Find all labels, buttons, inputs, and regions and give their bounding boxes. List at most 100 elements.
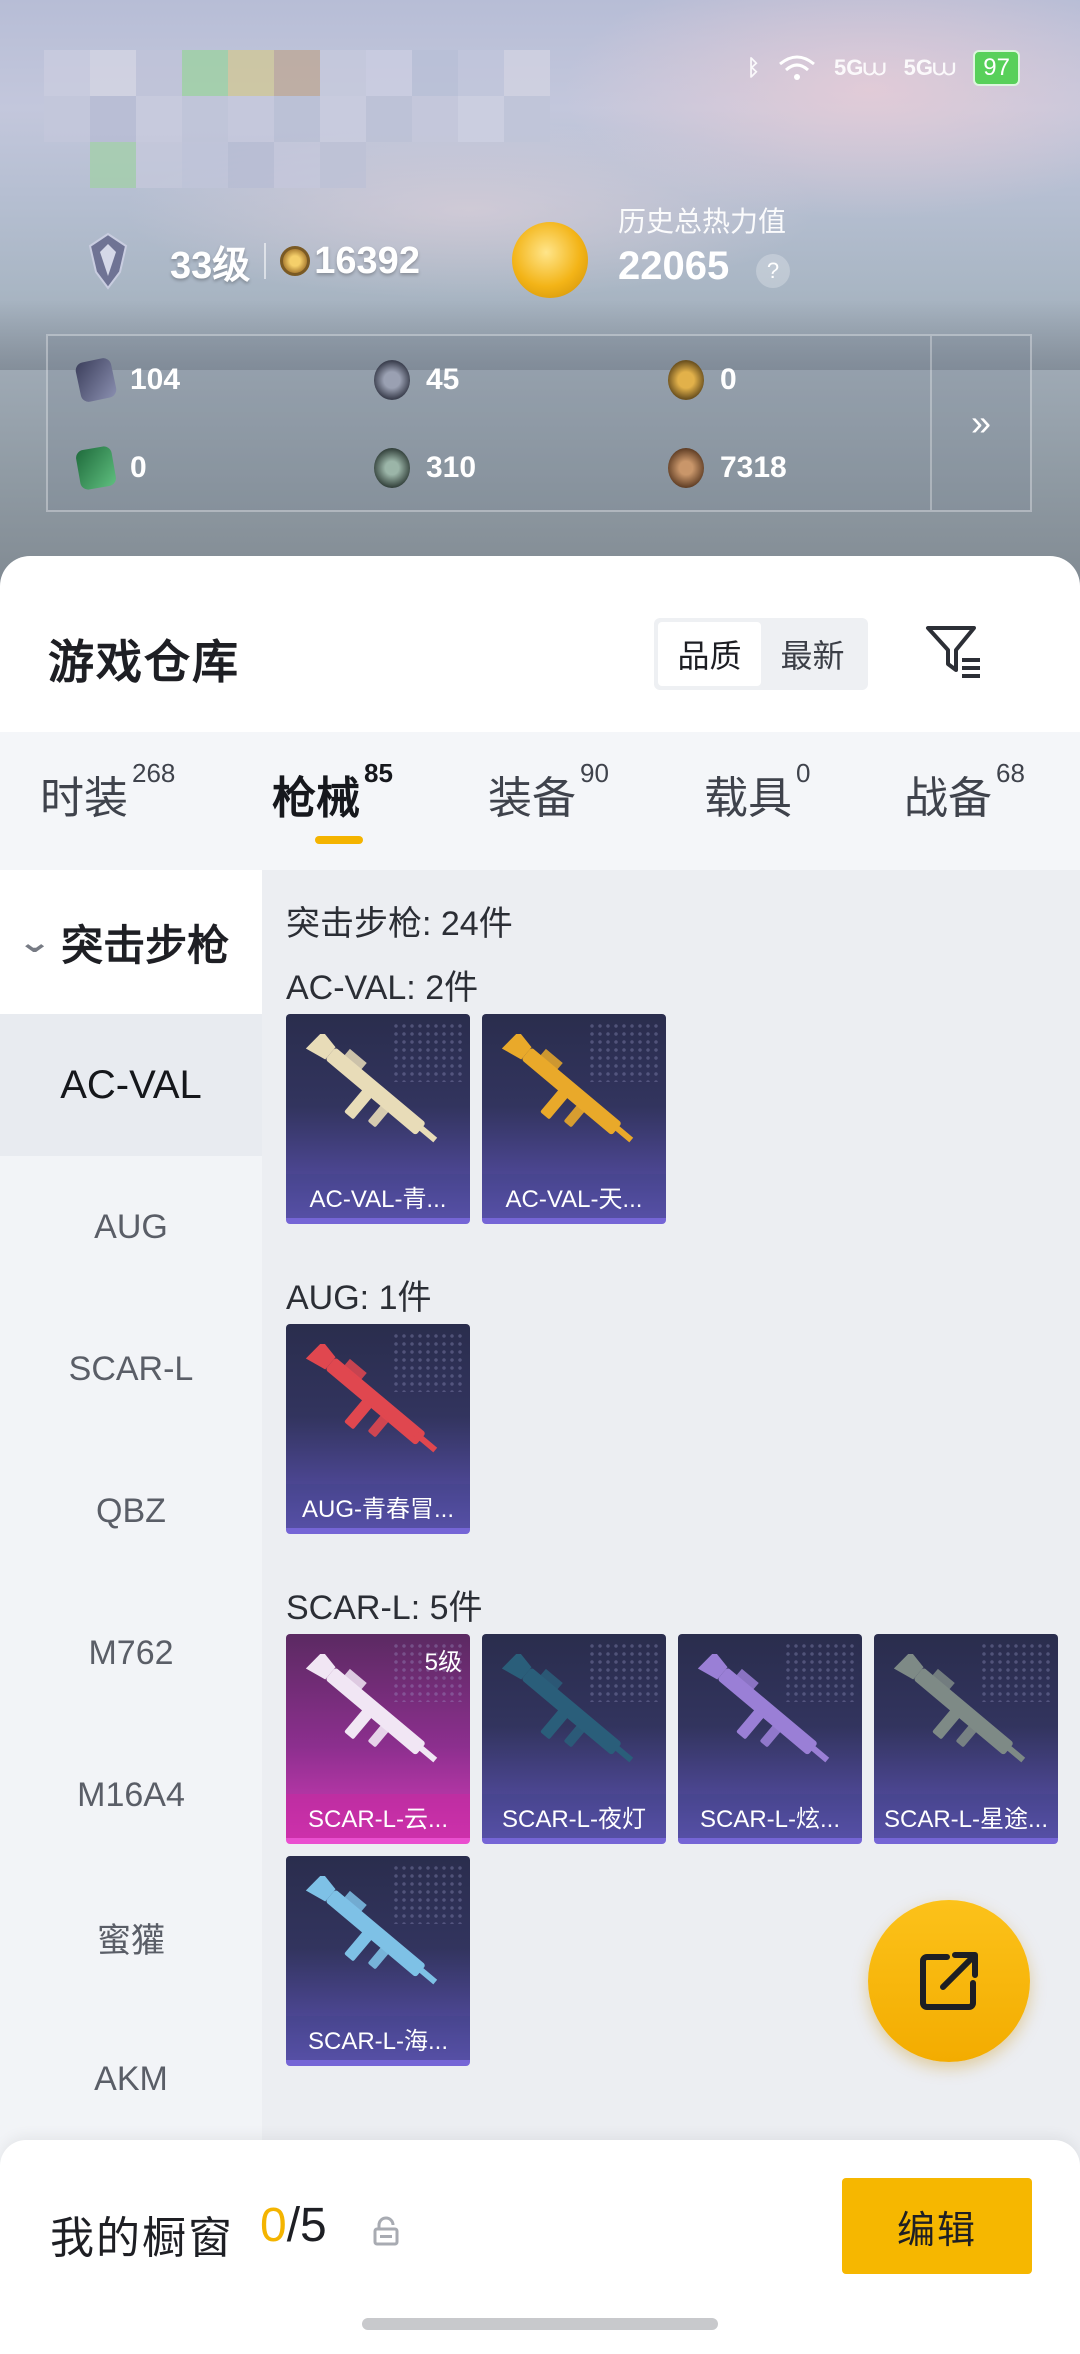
chevron-down-icon: ⌄ (16, 925, 53, 959)
sort-quality-button[interactable]: 品质 (658, 622, 761, 686)
weapon-card[interactable]: SCAR-L-海... (286, 1856, 470, 2066)
sidebar-item-m762[interactable]: M762 (0, 1582, 262, 1724)
a-coin-icon (668, 360, 704, 400)
sidebar-item-ac-val[interactable]: AC-VAL (0, 1014, 262, 1156)
stats-more-button[interactable]: » (930, 336, 1030, 510)
weapon-skin-image (501, 1034, 634, 1143)
ticket-icon (74, 445, 118, 491)
level-row: 33级 16392 (86, 232, 420, 290)
tab-equipment[interactable]: 装备90 (488, 758, 609, 826)
heat-label: 历史总热力值 (618, 206, 787, 237)
weapon-card[interactable]: 5级 SCAR-L-云... (286, 1634, 470, 1844)
tab-label: 装备 (488, 774, 576, 823)
stat-item: 45 (374, 360, 459, 400)
skin-level-badge: 5级 (424, 1649, 462, 1676)
sidebar-group-assault-rifle[interactable]: ⌄ 突击步枪 (0, 870, 262, 1014)
divider (264, 243, 267, 279)
weapon-card[interactable]: AC-VAL-天... (482, 1014, 666, 1224)
lock-icon (373, 2216, 399, 2246)
section-label: AC-VAL: 2件 (286, 969, 479, 1007)
home-indicator[interactable] (362, 2318, 718, 2330)
showcase-count: 0/5 (260, 2198, 327, 2253)
weapon-card-name: SCAR-L-炫... (678, 1794, 862, 1838)
tab-fashion[interactable]: 时装268 (40, 758, 175, 826)
help-icon[interactable]: ? (756, 254, 790, 288)
bag-icon (668, 448, 704, 488)
weapon-card-name: AUG-青春冒... (286, 1484, 470, 1528)
showcase-total: /5 (286, 2199, 327, 2252)
tab-count: 85 (364, 758, 393, 788)
battery-indicator: 97 (973, 50, 1020, 86)
tab-count: 68 (996, 758, 1025, 788)
weapon-card[interactable]: AUG-青春冒... (286, 1324, 470, 1534)
stat-value: 0 (130, 451, 147, 484)
sidebar-item-qbz[interactable]: QBZ (0, 1440, 262, 1582)
sort-newest-button[interactable]: 最新 (761, 622, 864, 686)
weapon-card-name: AC-VAL-天... (482, 1174, 666, 1218)
weapon-card-name: SCAR-L-云... (286, 1794, 470, 1838)
weapon-skin-image (501, 1654, 634, 1763)
weapon-type-sidebar: ⌄ 突击步枪 AC-VAL AUG SCAR-L QBZ M762 M16A4 蜜獾 AKM (0, 870, 262, 2230)
tab-gear[interactable]: 战备68 (904, 758, 1025, 826)
sidebar-item-m16a4[interactable]: M16A4 (0, 1724, 262, 1866)
weapon-card-name: SCAR-L-海... (286, 2016, 470, 2060)
weapon-card[interactable]: AC-VAL-青... (286, 1014, 470, 1224)
tab-vehicles[interactable]: 载具0 (704, 758, 810, 826)
sidebar-item-honey-badger[interactable]: 蜜獾 (0, 1866, 262, 2008)
sidebar-item-scar-l[interactable]: SCAR-L (0, 1298, 262, 1440)
warehouse-sheet: 游戏仓库 品质 最新 时装268 枪械85 装备90 载具0 战备68 ⌄ 突击… (0, 556, 1080, 2354)
section-label: SCAR-L: 5件 (286, 1589, 483, 1627)
sidebar-item-akm[interactable]: AKM (0, 2008, 262, 2150)
s-coin-icon (374, 360, 410, 400)
weapon-card[interactable]: SCAR-L-星途... (874, 1634, 1058, 1844)
stat-item: 104 (74, 356, 180, 404)
share-button[interactable] (868, 1900, 1030, 2062)
weapon-card[interactable]: SCAR-L-炫... (678, 1634, 862, 1844)
category-tabs: 时装268 枪械85 装备90 载具0 战备68 (0, 732, 1080, 870)
showcase-label: 我的橱窗 (50, 2214, 234, 2263)
stat-item: 0 (74, 445, 147, 491)
weapon-card[interactable]: SCAR-L-夜灯 (482, 1634, 666, 1844)
tab-weapons[interactable]: 枪械85 (272, 758, 393, 826)
sidebar-item-aug[interactable]: AUG (0, 1156, 262, 1298)
tab-label: 战备 (904, 774, 992, 823)
tab-count: 268 (132, 758, 176, 788)
coin-icon (280, 246, 311, 276)
weapon-card-name: SCAR-L-星途... (874, 1794, 1058, 1838)
weapon-skin-image (305, 1344, 438, 1453)
stat-value: 0 (720, 363, 737, 396)
heat-value: 22065 (618, 244, 730, 288)
tab-label: 时装 (40, 774, 128, 823)
5g-signal-icon: 5G⩊ (834, 55, 886, 80)
stat-value: 45 (426, 363, 460, 396)
stat-item: 310 (374, 448, 476, 488)
weapon-skin-image (893, 1654, 1026, 1763)
5g-signal-icon: 5G⩊ (903, 55, 956, 80)
tab-count: 90 (580, 758, 609, 788)
heat-trophy-icon (512, 222, 588, 298)
weapon-skin-image (305, 1034, 438, 1143)
orb-icon (374, 448, 410, 488)
card-icon (74, 356, 118, 404)
section-label: AUG: 1件 (286, 1279, 432, 1317)
showcase-current: 0 (260, 2199, 287, 2252)
bluetooth-icon: ᛒ (746, 55, 761, 80)
sort-toggle: 品质 最新 (654, 618, 868, 690)
player-level: 33级 (170, 244, 251, 287)
stat-value: 310 (426, 451, 477, 484)
stat-item: 7318 (668, 448, 787, 488)
currency-stats-panel[interactable]: 104 45 0 0 310 7318 » (46, 334, 1032, 512)
weapon-card-name: SCAR-L-夜灯 (482, 1794, 666, 1838)
stat-value: 7318 (720, 451, 787, 484)
profile-hero: ᛒ 5G⩊ 5G⩊ 97 33级 16392 历史总热力值 22065 ? 10… (0, 0, 1080, 600)
category-summary: 突击步枪: 24件 (286, 905, 513, 943)
tab-label: 枪械 (272, 774, 360, 823)
showcase-bar: 我的橱窗 0/5 编辑 (0, 2140, 1080, 2354)
tab-label: 载具 (704, 774, 792, 823)
edit-showcase-button[interactable]: 编辑 (842, 2178, 1032, 2274)
wifi-icon (779, 55, 815, 80)
filter-icon[interactable] (920, 616, 986, 682)
active-tab-indicator (315, 836, 363, 844)
rank-badge-icon (88, 232, 128, 290)
status-bar: ᛒ 5G⩊ 5G⩊ 97 (747, 50, 1020, 86)
